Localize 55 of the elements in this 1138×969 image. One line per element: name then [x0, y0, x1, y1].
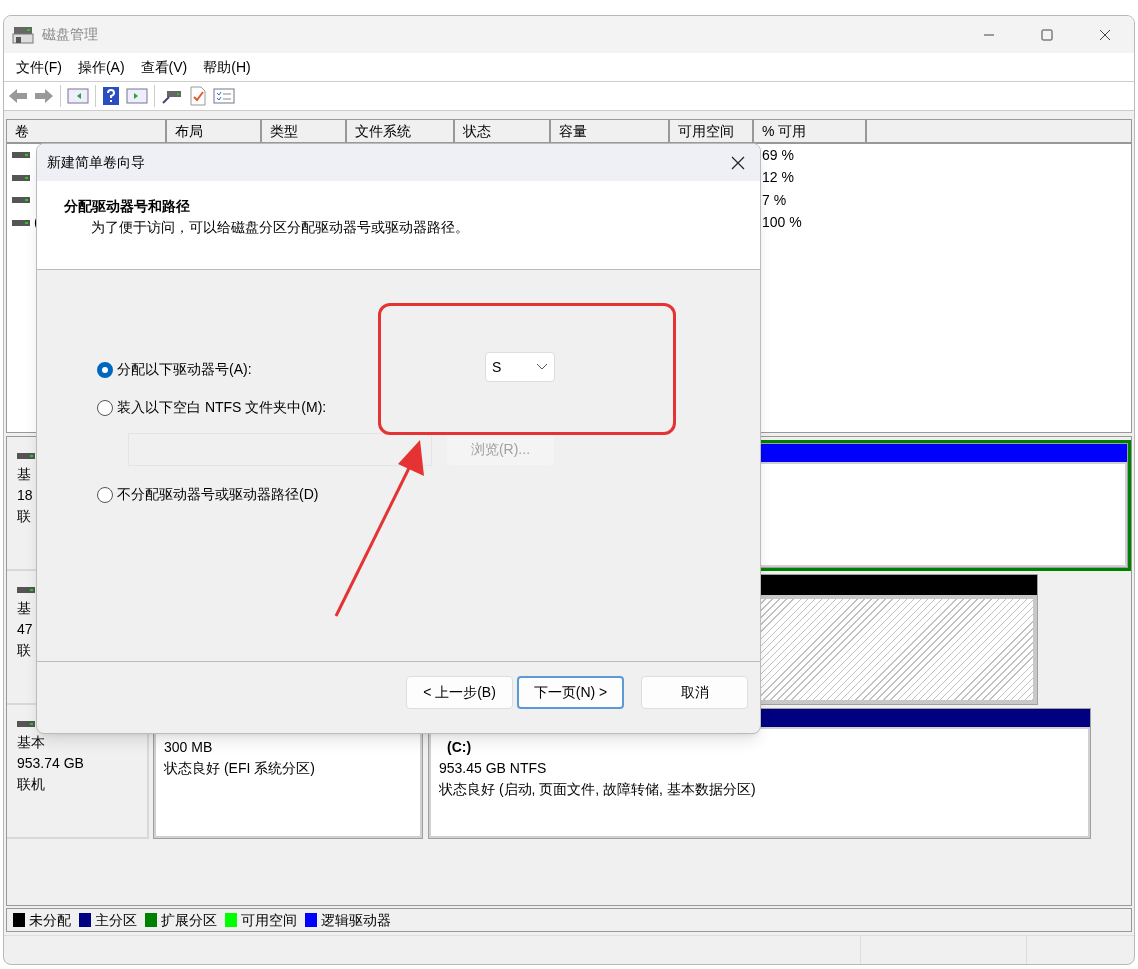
disk-status: 联 [17, 641, 31, 660]
table-cell-text: 69 % [761, 145, 794, 165]
dialog-title: 新建简单卷向导 [47, 153, 145, 172]
disk-type: 基本 [17, 733, 45, 752]
menu-item[interactable]: 操作(A) [71, 56, 131, 78]
wizard-heading: 分配驱动器号和路径 [64, 197, 191, 216]
disk-type: 基 [17, 465, 31, 484]
disk-status: 联 [17, 507, 31, 526]
maximize-icon [1041, 28, 1053, 41]
dialog-button[interactable]: 下一页(N) > [517, 676, 624, 709]
table-cell-text: 12 % [761, 168, 794, 188]
drive-letter-dropdown[interactable]: S [485, 352, 555, 382]
partition-size: 953.45 GB NTFS [439, 759, 548, 778]
legend-label: 扩展分区 [161, 910, 217, 930]
disk-management-icon [12, 24, 34, 45]
forward-arrow-icon[interactable] [34, 87, 54, 105]
dialog-button[interactable]: 取消 [641, 676, 748, 709]
legend-label: 未分配 [29, 910, 71, 930]
legend-label: 主分区 [95, 910, 137, 930]
wizard-description: 为了便于访问，可以给磁盘分区分配驱动器号或驱动器路径。 [90, 218, 470, 237]
radio-button[interactable] [97, 399, 113, 416]
partition-status: 状态良好 (EFI 系统分区) [164, 759, 316, 778]
disk-type: 基 [17, 599, 31, 618]
window-title: 磁盘管理 [42, 25, 98, 44]
menu-item[interactable]: 文件(F) [10, 56, 68, 78]
legend-label: 可用空间 [241, 910, 297, 930]
radio-label[interactable]: 分配以下驱动器号(A): [117, 359, 252, 380]
radio-label[interactable]: 不分配驱动器号或驱动器路径(D) [117, 484, 319, 505]
disk-status: 联机 [17, 775, 45, 794]
close-icon [731, 155, 745, 170]
back-arrow-icon[interactable] [8, 87, 28, 105]
disk-size: 18 [17, 486, 33, 505]
chevron-down-icon [536, 363, 548, 371]
menu-item[interactable]: 帮助(H) [197, 56, 257, 78]
help-icon[interactable] [102, 86, 120, 106]
dialog-button[interactable]: < 上一步(B) [406, 676, 513, 709]
column-header[interactable]: % 可用 [754, 120, 867, 142]
panel-icon[interactable] [126, 87, 148, 105]
legend-label: 逻辑驱动器 [321, 910, 391, 930]
partition[interactable]: (C:) 953.45 GB NTFS 状态良好 (启动, 页面文件, 故障转储, 基本数据分区) [428, 708, 1091, 839]
partition-size: 300 MB [164, 738, 214, 757]
checklist-icon[interactable] [189, 86, 207, 106]
properties-icon[interactable] [213, 87, 235, 105]
panel-icon[interactable] [67, 87, 89, 105]
partition-status: 状态良好 (启动, 页面文件, 故障转储, 基本数据分区) [439, 780, 757, 799]
radio-label[interactable]: 装入以下空白 NTFS 文件夹中(M): [117, 397, 327, 418]
radio-button[interactable] [97, 361, 113, 378]
disk-size: 47 [17, 620, 33, 639]
disk-size: 953.74 GB [17, 754, 84, 773]
menu-item[interactable]: 查看(V) [134, 56, 194, 78]
partition-name: (C:) [446, 738, 473, 757]
radio-button[interactable] [97, 486, 113, 503]
table-cell-text: 100 % [761, 213, 802, 233]
table-cell-text: 7 % [761, 190, 787, 210]
close-icon [1099, 28, 1111, 41]
